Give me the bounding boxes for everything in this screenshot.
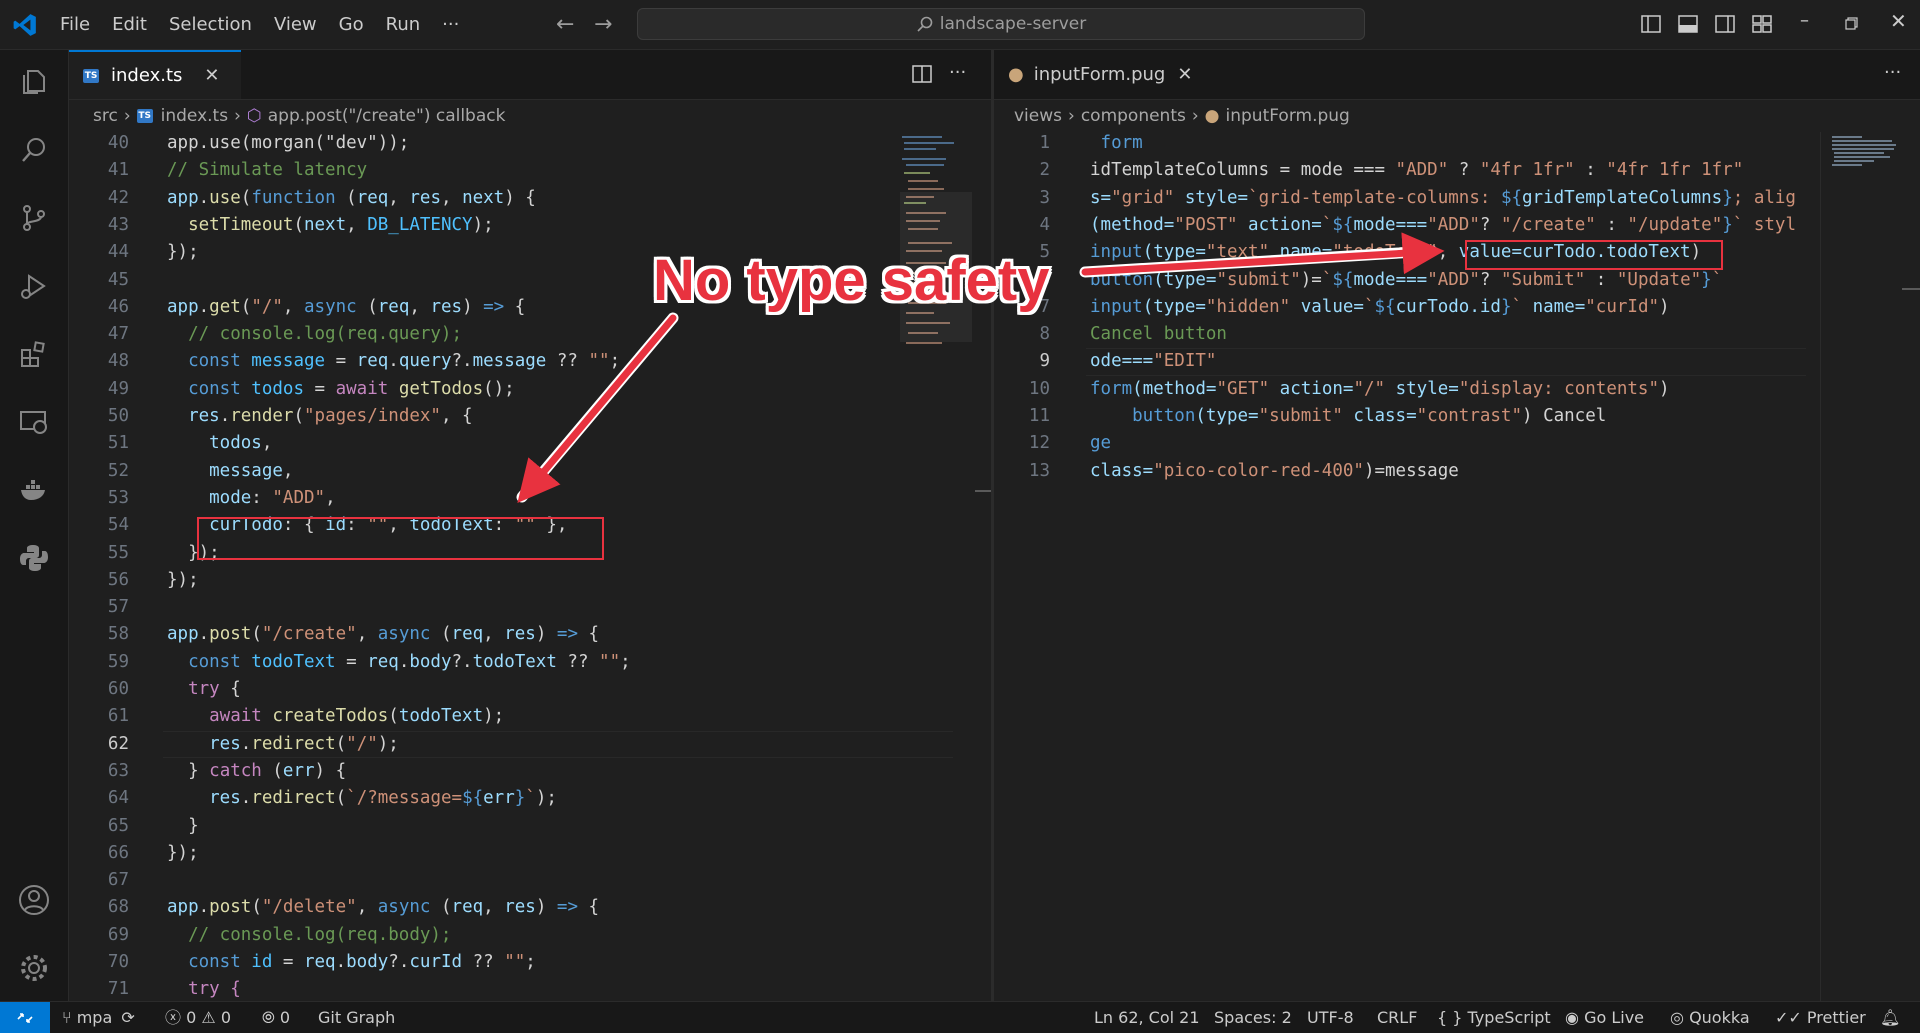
status-bar: ⑂ mpa ⟳ ⓧ 0 ⚠ 0 ⦾ 0 Git Graph Ln 62, Col… [0,1001,1920,1033]
arrow-to-value [1081,232,1445,276]
cursor-position[interactable]: Ln 62, Col 21 [1094,1002,1200,1033]
sync-icon[interactable]: ⟳ [121,1008,134,1027]
quokka-button[interactable]: ◎ Quokka [1670,1002,1750,1033]
broadcast-icon: ⦾ [262,1008,275,1027]
annotation-arrows [516,232,1445,503]
language-mode[interactable]: { } TypeScript [1437,1002,1551,1033]
go-live-button[interactable]: ◉ Go Live [1565,1002,1644,1033]
remote-indicator[interactable] [0,1002,50,1033]
warning-icon: ⚠ [201,1008,216,1027]
problems-status[interactable]: ⓧ 0 ⚠ 0 [165,1002,231,1033]
go-live-label: Go Live [1584,1008,1645,1027]
arrow-to-curtodo [517,314,677,503]
branch-name: mpa [76,1008,113,1027]
braces-icon: { } [1437,1008,1463,1027]
broadcast-icon: ◉ [1565,1008,1579,1027]
warning-count: 0 [220,1008,232,1027]
indentation[interactable]: Spaces: 2 [1214,1002,1292,1033]
quokka-label: Quokka [1689,1008,1750,1027]
git-branch-icon: ⑂ [62,1008,72,1027]
prettier-label: Prettier [1806,1008,1866,1027]
prettier-button[interactable]: ✓✓ Prettier [1775,1002,1866,1033]
git-branch-status[interactable]: ⑂ mpa ⟳ [62,1002,135,1033]
ports-status[interactable]: ⦾ 0 [262,1002,290,1033]
eye-icon: ◎ [1670,1008,1684,1027]
port-count: 0 [279,1008,291,1027]
git-graph-button[interactable]: Git Graph [318,1002,395,1033]
error-count: 0 [186,1008,197,1027]
check-all-icon: ✓✓ [1775,1008,1802,1027]
end-of-line[interactable]: CRLF [1377,1002,1417,1033]
encoding[interactable]: UTF-8 [1307,1002,1354,1033]
error-icon: ⓧ [165,1008,182,1027]
language-label: TypeScript [1467,1008,1551,1027]
remote-icon [17,1012,33,1023]
notifications-bell-icon[interactable]: 🔔︎ [1880,1002,1900,1033]
